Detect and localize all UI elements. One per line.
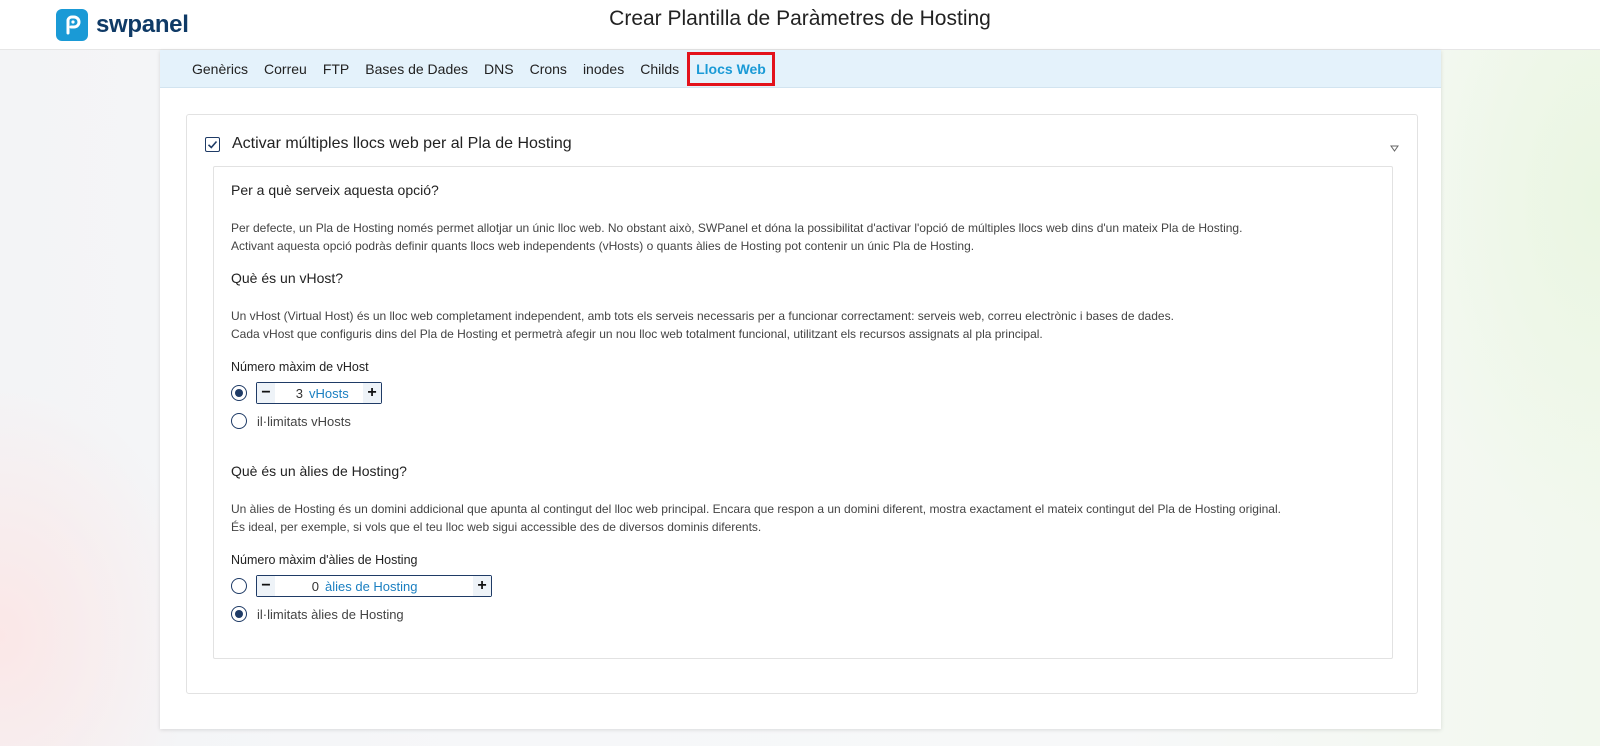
vhost-heading: Què és un vHost? [231,270,344,286]
card-body: Per a què serveix aquesta opció? Per def… [213,166,1393,659]
checkmark-icon [207,140,218,149]
vhost-unlimited-option: il·limitats vHosts [231,413,351,429]
card-title: Activar múltiples llocs web per al Pla d… [232,135,572,152]
alias-description-line-2: És ideal, per exemple, si vols que el te… [231,520,762,534]
alias-quantity-unit: àlies de Hosting [325,578,418,594]
vhost-max-label: Número màxim de vHost [231,360,369,374]
alias-unlimited-radio[interactable] [231,606,247,622]
radio-selected-dot [235,610,243,618]
alias-quantity-value[interactable]: 0 [275,579,325,594]
vhost-description-line-1: Un vHost (Virtual Host) és un lloc web c… [231,309,1174,323]
enable-multiple-websites-checkbox[interactable] [205,136,220,152]
radio-selected-dot [235,389,243,397]
plus-icon[interactable]: + [473,576,491,596]
card-header: Activar múltiples llocs web per al Pla d… [205,135,572,153]
alias-unlimited-option: il·limitats àlies de Hosting [231,606,404,622]
multiple-websites-card: Activar múltiples llocs web per al Pla d… [186,114,1418,694]
alias-heading: Què és un àlies de Hosting? [231,463,407,479]
vhost-limited-radio[interactable] [231,385,247,401]
tab-bases-de-dades[interactable]: Bases de Dades [357,52,476,86]
alias-description-line-1: Un àlies de Hosting és un domini addicio… [231,502,1281,516]
minus-icon[interactable]: − [257,383,275,403]
tab-inodes[interactable]: inodes [575,52,632,86]
vhost-quantity-unit: vHosts [309,385,349,401]
tab-llocs-web[interactable]: Llocs Web [687,51,775,86]
vhost-quantity-stepper: − 3 vHosts + [256,382,382,404]
vhost-unlimited-radio[interactable] [231,413,247,429]
vhost-limited-option: − 3 vHosts + [231,382,382,404]
vhost-description-line-2: Cada vHost que configuris dins del Pla d… [231,327,1043,341]
minus-icon[interactable]: − [257,576,275,596]
tab-generics[interactable]: Genèrics [184,52,256,86]
alias-quantity-stepper: − 0 àlies de Hosting + [256,575,492,597]
purpose-description-line-2: Activant aquesta opció podràs definir qu… [231,239,975,253]
purpose-heading: Per a què serveix aquesta opció? [231,182,439,198]
tab-correu[interactable]: Correu [256,52,315,86]
tab-bar: Genèrics Correu FTP Bases de Dades DNS C… [160,50,1441,88]
tab-ftp[interactable]: FTP [315,52,357,86]
tab-dns[interactable]: DNS [476,52,522,86]
page-title: Crear Plantilla de Paràmetres de Hosting [609,7,991,30]
plus-icon[interactable]: + [363,383,381,403]
vhost-quantity-value[interactable]: 3 [275,386,309,401]
tab-childs[interactable]: Childs [632,52,687,86]
alias-unlimited-label[interactable]: il·limitats àlies de Hosting [257,607,404,622]
main-panel: Genèrics Correu FTP Bases de Dades DNS C… [160,50,1441,729]
vhost-unlimited-label[interactable]: il·limitats vHosts [257,414,351,429]
triangle-down-icon[interactable] [1390,139,1399,157]
alias-limited-option: − 0 àlies de Hosting + [231,575,492,597]
top-bar: swpanel Crear Plantilla de Paràmetres de… [0,0,1600,50]
alias-limited-radio[interactable] [231,578,247,594]
purpose-description-line-1: Per defecte, un Pla de Hosting només per… [231,221,1243,235]
alias-max-label: Número màxim d'àlies de Hosting [231,553,418,567]
tab-crons[interactable]: Crons [522,52,575,86]
